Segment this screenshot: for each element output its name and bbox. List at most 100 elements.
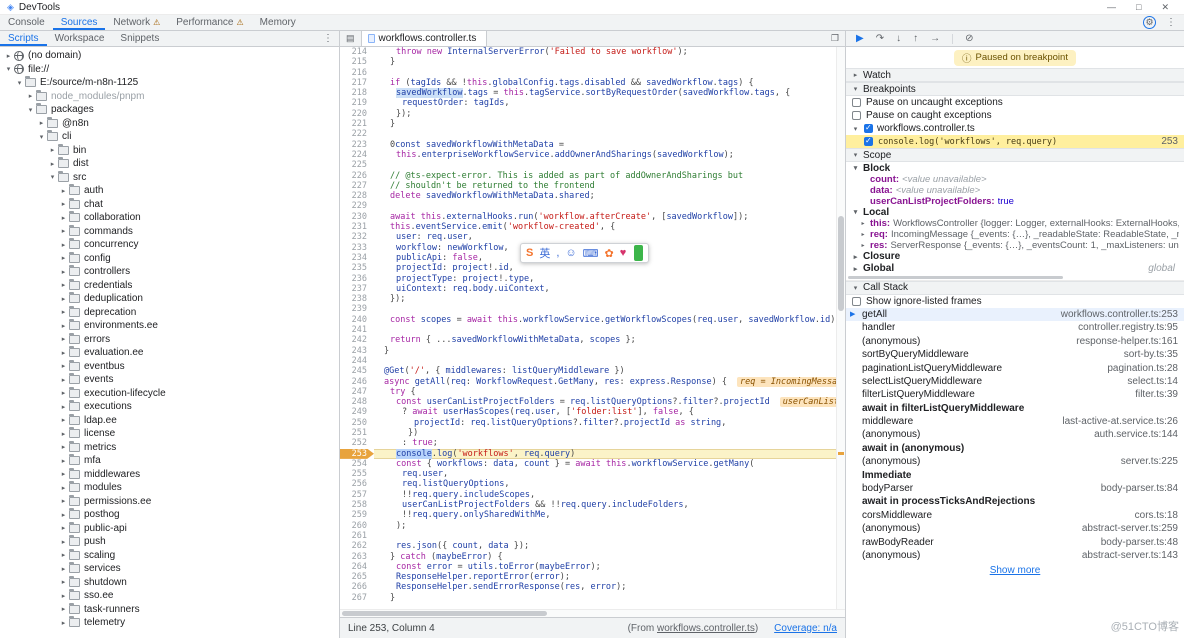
line-number[interactable]: 265 [340, 572, 374, 582]
code-text[interactable]: ? await userHasScopes(req.user, ['folder… [374, 407, 836, 417]
code-text[interactable]: const error = utils.toError(maybeError); [374, 562, 836, 572]
chevron-right-icon[interactable]: ▸ [59, 619, 68, 627]
stack-frame[interactable]: (anonymous)server.ts:225 [846, 455, 1184, 468]
tree-item[interactable]: ▸executions [0, 400, 339, 414]
line-number[interactable]: 220 [340, 109, 374, 119]
emoji-icon[interactable]: ☺ [565, 247, 576, 259]
line-number[interactable]: 240 [340, 315, 374, 325]
line-number[interactable]: 229 [340, 201, 374, 211]
tree-item[interactable]: ▸metrics [0, 441, 339, 455]
chevron-down-icon[interactable]: ▾ [48, 173, 57, 181]
line-number[interactable]: 219 [340, 98, 374, 108]
tree-item[interactable]: ▸eventbus [0, 360, 339, 374]
chevron-right-icon[interactable]: ▸ [59, 403, 68, 411]
code-text[interactable]: @Get('/', { middlewares: listQueryMiddle… [374, 366, 836, 376]
line-number[interactable]: 250 [340, 418, 374, 428]
line-number[interactable]: 233 [340, 243, 374, 253]
chevron-right-icon[interactable]: ▸ [59, 227, 68, 235]
code-text[interactable]: requestOrder: tagIds, [374, 98, 836, 108]
chevron-right-icon[interactable]: ▸ [59, 524, 68, 532]
code-text[interactable]: req.user, [374, 469, 836, 479]
scope-group-block[interactable]: ▾Block [846, 162, 1184, 174]
toggle-navigator-icon[interactable]: ▤ [340, 31, 361, 46]
code-text[interactable]: // shouldn't be returned to the frontend [374, 181, 836, 191]
tree-item[interactable]: ▸commands [0, 225, 339, 239]
tree-item[interactable]: ▸collaboration [0, 211, 339, 225]
line-number[interactable]: 216 [340, 68, 374, 78]
tree-item[interactable]: ▸@n8n [0, 117, 339, 131]
chevron-right-icon[interactable]: ▸ [59, 200, 68, 208]
tree-item[interactable]: ▸scaling [0, 549, 339, 563]
chevron-right-icon[interactable]: ▸ [59, 605, 68, 613]
line-number[interactable]: 245 [340, 366, 374, 376]
breakpoint-entry[interactable]: console.log('workflows', req.query) 253 [846, 135, 1184, 148]
line-number[interactable]: 252 [340, 438, 374, 448]
stack-frame[interactable]: ▶getAllworkflows.controller.ts:253 [846, 308, 1184, 321]
minimize-button[interactable]: — [1107, 2, 1116, 13]
stack-frame[interactable]: filterListQueryMiddlewarefilter.ts:39 [846, 388, 1184, 401]
code-text[interactable]: throw new InternalServerError('Failed to… [374, 47, 836, 57]
line-number[interactable]: 236 [340, 274, 374, 284]
line-number[interactable]: 264 [340, 562, 374, 572]
sogou-logo[interactable]: S [526, 247, 533, 259]
chevron-right-icon[interactable]: ▸ [59, 295, 68, 303]
tree-item[interactable]: ▸public-api [0, 522, 339, 536]
tree-item[interactable]: ▾file:// [0, 63, 339, 77]
code-text[interactable]: savedWorkflow.tags = this.tagService.sor… [374, 88, 836, 98]
chevron-right-icon[interactable]: ▸ [59, 349, 68, 357]
line-number[interactable]: 224 [340, 150, 374, 160]
punctuation-mode-icon[interactable]: , [556, 247, 559, 259]
tree-item[interactable]: ▸controllers [0, 265, 339, 279]
tab-memory[interactable]: Memory [252, 15, 304, 30]
chevron-down-icon[interactable]: ▾ [15, 79, 24, 87]
show-more-link[interactable]: Show more [846, 565, 1184, 576]
stack-frame[interactable]: rawBodyReaderbody-parser.ts:48 [846, 535, 1184, 548]
stack-frame[interactable]: await in processTicksAndRejections [846, 495, 1184, 508]
editor-horizontal-scrollbar[interactable] [340, 609, 845, 617]
stack-frame[interactable]: (anonymous)abstract-server.ts:259 [846, 522, 1184, 535]
chevron-right-icon[interactable]: ▸ [59, 443, 68, 451]
code-text[interactable]: }); [374, 109, 836, 119]
chevron-right-icon[interactable]: ▸ [59, 578, 68, 586]
line-number[interactable]: 227 [340, 181, 374, 191]
chevron-right-icon[interactable]: ▸ [59, 565, 68, 573]
maximize-button[interactable]: □ [1136, 2, 1141, 13]
line-number[interactable]: 248 [340, 397, 374, 407]
tree-item[interactable]: ▾E:/source/m-n8n-1125 [0, 76, 339, 90]
tree-item[interactable]: ▸permissions.ee [0, 495, 339, 509]
watch-section-header[interactable]: ▸ Watch [846, 68, 1184, 82]
chevron-right-icon[interactable]: ▸ [59, 430, 68, 438]
code-text[interactable] [374, 68, 836, 78]
resume-button[interactable]: ▶ [856, 33, 864, 44]
line-number[interactable]: 244 [340, 356, 374, 366]
tree-item[interactable]: ▾src [0, 171, 339, 185]
tree-item[interactable]: ▸ldap.ee [0, 414, 339, 428]
line-number[interactable]: 222 [340, 129, 374, 139]
stack-frame[interactable]: middlewarelast-active-at.service.ts:26 [846, 415, 1184, 428]
line-number[interactable]: 249 [340, 407, 374, 417]
stack-frame[interactable]: selectListQueryMiddlewareselect.ts:14 [846, 375, 1184, 388]
chevron-down-icon[interactable]: ▾ [4, 65, 13, 73]
keyboard-icon[interactable]: ⌨ [583, 247, 599, 260]
scope-group-closure[interactable]: ▸Closure [846, 251, 1184, 263]
line-number[interactable]: 251 [340, 428, 374, 438]
tab-console[interactable]: Console [0, 15, 53, 30]
chevron-right-icon[interactable]: ▸ [59, 281, 68, 289]
code-text[interactable]: }) [374, 428, 836, 438]
checkbox[interactable] [864, 137, 873, 146]
code-text[interactable]: ResponseHelper.reportError(error); [374, 572, 836, 582]
stack-frame[interactable]: (anonymous)abstract-server.ts:143 [846, 549, 1184, 562]
line-number[interactable]: 241 [340, 325, 374, 335]
line-number[interactable]: 261 [340, 531, 374, 541]
line-number[interactable]: 218 [340, 88, 374, 98]
chevron-right-icon[interactable]: ▸ [59, 214, 68, 222]
breakpoint-file-group[interactable]: ▾ workflows.controller.ts [846, 122, 1184, 135]
code-text[interactable]: return { ...savedWorkflowWithMetaData, s… [374, 335, 836, 345]
close-button[interactable]: ✕ [1161, 2, 1169, 13]
code-text[interactable]: !!req.query.onlySharedWithMe, [374, 510, 836, 520]
tab-sources[interactable]: Sources [53, 15, 106, 30]
code-text[interactable]: this.eventService.emit('workflow-created… [374, 222, 836, 232]
code-text[interactable]: } [374, 346, 836, 356]
tree-item[interactable]: ▸license [0, 427, 339, 441]
scope-group-local[interactable]: ▾Local [846, 206, 1184, 218]
